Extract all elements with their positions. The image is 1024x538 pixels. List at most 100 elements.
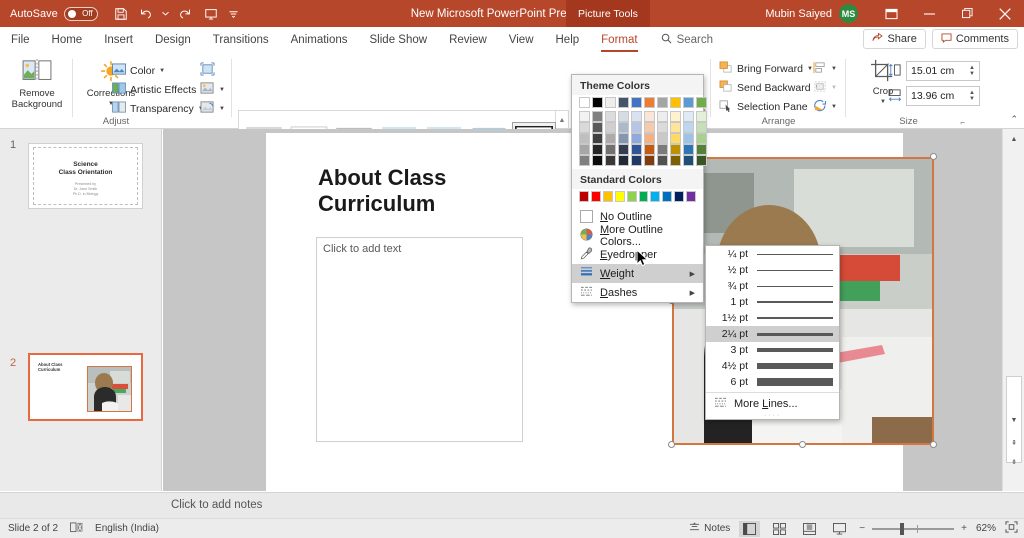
slide-thumbnail-pane[interactable]: 1 ScienceClass Orientation Presented byD… xyxy=(0,129,162,491)
tab-format[interactable]: Format xyxy=(590,27,648,53)
theme-colors-grid[interactable] xyxy=(572,95,703,169)
group-button[interactable]: ▼ xyxy=(813,78,837,97)
theme-swatch-1-4[interactable] xyxy=(592,144,603,155)
tab-transitions[interactable]: Transitions xyxy=(202,27,280,53)
comments-button[interactable]: Comments xyxy=(932,29,1018,49)
weight-option-3[interactable]: 1 pt xyxy=(706,294,839,310)
theme-swatch-3-2[interactable] xyxy=(618,122,629,133)
reset-picture-dropdown-icon[interactable]: ▼ xyxy=(219,106,225,112)
theme-swatch-0-3[interactable] xyxy=(579,133,590,144)
submenu-grip[interactable]: ···· xyxy=(706,412,839,419)
size-dialog-launcher[interactable]: ⌐ xyxy=(960,118,965,127)
theme-swatch-3-1[interactable] xyxy=(618,111,629,122)
theme-swatch-3-4[interactable] xyxy=(618,144,629,155)
standard-colors-grid[interactable] xyxy=(572,189,703,207)
view-reading-icon[interactable] xyxy=(799,521,820,537)
standard-swatch-6[interactable] xyxy=(650,191,660,202)
theme-swatch-7-3[interactable] xyxy=(670,133,681,144)
theme-swatch-2-4[interactable] xyxy=(605,144,616,155)
theme-swatch-8-0[interactable] xyxy=(683,97,694,108)
menu-item-more-lines[interactable]: More Lines... xyxy=(706,395,839,412)
theme-swatch-0-1[interactable] xyxy=(579,111,590,122)
shape-width-spinner[interactable]: ▲▼ xyxy=(969,90,975,102)
tab-review[interactable]: Review xyxy=(438,27,498,53)
view-slide-sorter-icon[interactable] xyxy=(769,521,790,537)
theme-swatch-8-3[interactable] xyxy=(683,133,694,144)
standard-swatch-8[interactable] xyxy=(674,191,684,202)
zoom-track[interactable] xyxy=(872,528,954,530)
theme-swatch-1-3[interactable] xyxy=(592,133,603,144)
artistic-effects-button[interactable]: Artistic Effects ▼ xyxy=(112,80,206,99)
menu-item-dashes[interactable]: Dashes ▶ xyxy=(572,283,703,302)
theme-swatch-4-1[interactable] xyxy=(631,111,642,122)
theme-swatch-2-2[interactable] xyxy=(605,122,616,133)
theme-swatch-7-5[interactable] xyxy=(670,155,681,166)
zoom-slider[interactable]: − + xyxy=(859,523,967,534)
theme-swatch-5-2[interactable] xyxy=(644,122,655,133)
theme-swatch-6-4[interactable] xyxy=(657,144,668,155)
selection-handle-bottom-middle[interactable] xyxy=(799,441,806,448)
body-placeholder[interactable]: Click to add text xyxy=(316,237,523,442)
theme-color-col-8[interactable] xyxy=(683,97,694,166)
rotate-button[interactable]: ▼ xyxy=(813,97,837,116)
change-picture-button[interactable]: ▼ xyxy=(200,80,225,99)
share-button[interactable]: Share xyxy=(863,29,925,49)
theme-swatch-6-1[interactable] xyxy=(657,111,668,122)
theme-color-col-0[interactable] xyxy=(579,97,590,166)
theme-swatch-2-0[interactable] xyxy=(605,97,616,108)
theme-swatch-9-1[interactable] xyxy=(696,111,707,122)
theme-swatch-6-2[interactable] xyxy=(657,122,668,133)
tab-animations[interactable]: Animations xyxy=(280,27,359,53)
fit-to-window-icon[interactable] xyxy=(1005,521,1018,536)
standard-swatch-5[interactable] xyxy=(639,191,649,202)
weight-option-0[interactable]: ¼ pt xyxy=(706,246,839,262)
theme-swatch-1-5[interactable] xyxy=(592,155,603,166)
close-button[interactable] xyxy=(986,0,1024,27)
start-slideshow-icon[interactable] xyxy=(198,3,224,25)
bring-forward-button[interactable]: Bring Forward ▼ xyxy=(719,59,821,78)
theme-swatch-1-2[interactable] xyxy=(592,122,603,133)
standard-swatch-2[interactable] xyxy=(603,191,613,202)
user-name[interactable]: Mubin Saiyed xyxy=(765,8,832,20)
theme-color-col-2[interactable] xyxy=(605,97,616,166)
ribbon-display-options-icon[interactable] xyxy=(872,0,910,27)
standard-swatch-4[interactable] xyxy=(627,191,637,202)
selection-handle-bottom-left[interactable] xyxy=(668,441,675,448)
standard-swatch-7[interactable] xyxy=(662,191,672,202)
autosave-toggle[interactable]: AutoSave Off xyxy=(10,7,98,21)
theme-swatch-9-4[interactable] xyxy=(696,144,707,155)
theme-swatch-0-2[interactable] xyxy=(579,122,590,133)
theme-color-col-7[interactable] xyxy=(670,97,681,166)
theme-color-col-4[interactable] xyxy=(631,97,642,166)
scroll-down-icon[interactable]: ▼ xyxy=(1003,412,1024,428)
selection-handle-top-right[interactable] xyxy=(930,153,937,160)
standard-swatch-9[interactable] xyxy=(686,191,696,202)
weight-option-2[interactable]: ¾ pt xyxy=(706,278,839,294)
theme-swatch-9-2[interactable] xyxy=(696,122,707,133)
theme-swatch-7-1[interactable] xyxy=(670,111,681,122)
weight-option-1[interactable]: ½ pt xyxy=(706,262,839,278)
search-box[interactable]: Search xyxy=(649,33,713,47)
view-normal-icon[interactable] xyxy=(739,521,760,537)
customize-quick-access-icon[interactable] xyxy=(224,3,244,25)
theme-swatch-2-5[interactable] xyxy=(605,155,616,166)
bring-forward-dropdown-icon[interactable]: ▼ xyxy=(807,66,813,72)
zoom-out-button[interactable]: − xyxy=(859,523,865,534)
zoom-in-button[interactable]: + xyxy=(961,523,967,534)
tab-design[interactable]: Design xyxy=(144,27,202,53)
previous-slide-icon[interactable]: ⇞ xyxy=(1003,435,1024,451)
tab-view[interactable]: View xyxy=(498,27,545,53)
theme-color-col-6[interactable] xyxy=(657,97,668,166)
tab-insert[interactable]: Insert xyxy=(93,27,144,53)
theme-swatch-2-3[interactable] xyxy=(605,133,616,144)
theme-swatch-3-5[interactable] xyxy=(618,155,629,166)
weight-submenu[interactable]: ¼ pt ½ pt ¾ pt 1 pt 1½ pt 2¼ pt 3 pt 4½ xyxy=(705,245,840,420)
theme-swatch-6-3[interactable] xyxy=(657,133,668,144)
menu-item-more-outline-colors[interactable]: More Outline Colors... xyxy=(572,226,703,245)
remove-background-button[interactable]: Remove Background xyxy=(6,59,68,110)
notes-toggle[interactable]: Notes xyxy=(689,522,730,535)
theme-swatch-3-0[interactable] xyxy=(618,97,629,108)
save-icon[interactable] xyxy=(108,3,134,25)
theme-color-col-1[interactable] xyxy=(592,97,603,166)
weight-option-8[interactable]: 6 pt xyxy=(706,374,839,390)
